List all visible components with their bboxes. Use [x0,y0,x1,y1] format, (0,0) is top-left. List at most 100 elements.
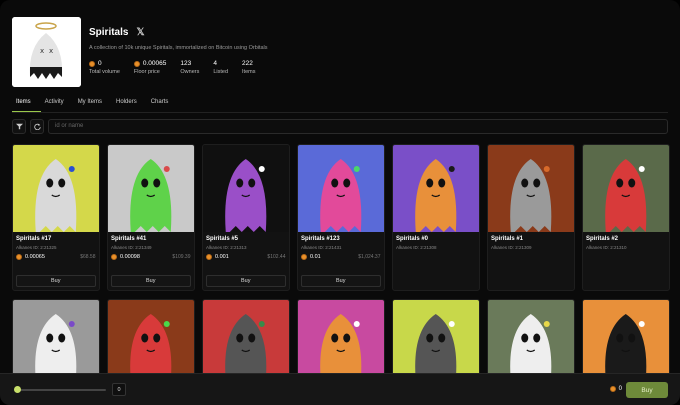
item-card[interactable] [202,299,290,379]
item-card[interactable]: Spiritals #1 Alkanes ID: 2:21309 [487,144,575,291]
item-price: 0.01 [310,254,321,260]
tab-activity[interactable]: Activity [41,99,74,112]
item-alkanes-id: Alkanes ID: 2:21349 [111,245,152,250]
item-card[interactable] [12,299,100,379]
spirital-image [393,145,479,232]
item-image[interactable] [298,145,384,232]
spirital-image [393,300,479,378]
coin-icon [133,60,140,67]
item-image[interactable] [488,300,574,378]
item-image[interactable] [298,300,384,378]
item-card[interactable]: Spiritals #5 Alkanes ID: 2:21313 0.001 $102… [202,144,290,291]
coin-icon [16,254,22,260]
item-card[interactable] [392,299,480,379]
buy-button[interactable]: Buy [16,275,96,287]
buy-button[interactable]: Buy [301,275,381,287]
collection-description: A collection of 10k unique Spiritals, im… [89,45,268,51]
tab-divider [12,112,668,113]
spirital-image [298,300,384,378]
stat-value: 123 [180,60,192,67]
item-image[interactable] [108,300,194,378]
item-usd: $1,024.37 [358,254,381,260]
coin-icon [89,60,95,67]
item-card[interactable] [297,299,385,379]
spirital-image [488,145,574,232]
item-card[interactable] [107,299,195,379]
sweep-slider[interactable] [14,386,106,393]
stat-value: 222 [242,60,253,67]
item-image[interactable] [13,145,99,232]
item-price-row: 0.00065 $68.58 [13,250,99,260]
item-card[interactable] [487,299,575,379]
app-window: x x Spiritals 𝕏 A collection of 10k uniq… [0,0,680,405]
item-card[interactable]: Spiritals #41 Alkanes ID: 2:21349 0.00098 $… [107,144,195,291]
item-name: Spiritals #41 [111,236,147,242]
item-image[interactable] [393,145,479,232]
search-placeholder: id or name [55,123,84,129]
item-image[interactable] [108,145,194,232]
stat-label: Listed [213,69,229,75]
stat-label: Total volume [89,69,120,75]
item-image[interactable] [583,145,669,232]
item-price: 0.00098 [120,254,140,260]
x-logo-icon[interactable]: 𝕏 [136,27,144,38]
coin-icon [206,254,212,260]
item-usd: $102.44 [267,254,286,260]
spirital-image [298,145,384,232]
item-image[interactable] [203,145,289,232]
item-alkanes-id: Alkanes ID: 2:21310 [586,245,627,250]
item-image[interactable] [488,145,574,232]
item-card[interactable]: Spiritals #2 Alkanes ID: 2:21310 [582,144,670,291]
tab-my-items[interactable]: My Items [74,99,112,112]
coin-icon [111,254,117,260]
bottom-bar: 0 0 Buy [0,373,680,405]
collection-avatar: x x [12,17,81,87]
spirital-image [13,300,99,378]
buy-all-button[interactable]: Buy [626,382,668,398]
stat-items: 222 Items [242,60,255,75]
item-image[interactable] [203,300,289,378]
item-name: Spiritals #0 [396,236,429,242]
filter-icon[interactable] [12,119,26,134]
item-price-row: 0.00098 $109.39 [108,250,194,260]
refresh-icon[interactable] [30,119,44,134]
item-name: Spiritals #2 [586,236,619,242]
toolbar: id or name [12,119,668,136]
cart-total-value: 0 [618,386,622,392]
item-usd: $109.39 [172,254,191,260]
slider-value-input[interactable]: 0 [112,383,126,396]
buy-button[interactable]: Buy [111,275,191,287]
item-image[interactable] [13,300,99,378]
item-alkanes-id: Alkanes ID: 2:21325 [16,245,57,250]
tab-items[interactable]: Items [12,99,41,112]
stat-owners: 123 Owners [180,60,199,75]
spirital-image [203,300,289,378]
stat-listed: 4 Listed [213,60,228,75]
spirital-image [13,145,99,232]
cart-total: 0 [609,386,622,392]
item-name: Spiritals #5 [206,236,239,242]
item-card[interactable] [582,299,670,379]
tab-holders[interactable]: Holders [112,99,147,112]
item-image[interactable] [583,300,669,378]
item-name: Spiritals #123 [301,236,340,242]
slider-knob[interactable] [14,386,21,393]
item-price: 0.001 [215,254,229,260]
svg-text:x: x [40,47,44,55]
spirital-image [108,300,194,378]
tab-charts[interactable]: Charts [147,99,179,112]
stat-floor-price: 0.00065 Floor price [133,60,166,75]
item-usd: $68.58 [80,254,96,260]
item-alkanes-id: Alkanes ID: 2:21308 [396,245,437,250]
stat-label: Floor price [133,69,160,75]
item-image[interactable] [393,300,479,378]
item-price: 0.00065 [25,254,45,260]
spirital-image [583,300,669,378]
search-input[interactable]: id or name [48,119,668,134]
tab-bar: Items Activity My Items Holders Charts [12,99,178,112]
item-card[interactable]: Spiritals #17 Alkanes ID: 2:21325 0.00065 $… [12,144,100,291]
items-grid: Spiritals #17 Alkanes ID: 2:21325 0.00065 $… [12,144,670,379]
buy-button[interactable]: Buy [206,275,286,287]
item-card[interactable]: Spiritals #0 Alkanes ID: 2:21308 [392,144,480,291]
item-card[interactable]: Spiritals #123 Alkanes ID: 2:21431 0.01 $1,… [297,144,385,291]
